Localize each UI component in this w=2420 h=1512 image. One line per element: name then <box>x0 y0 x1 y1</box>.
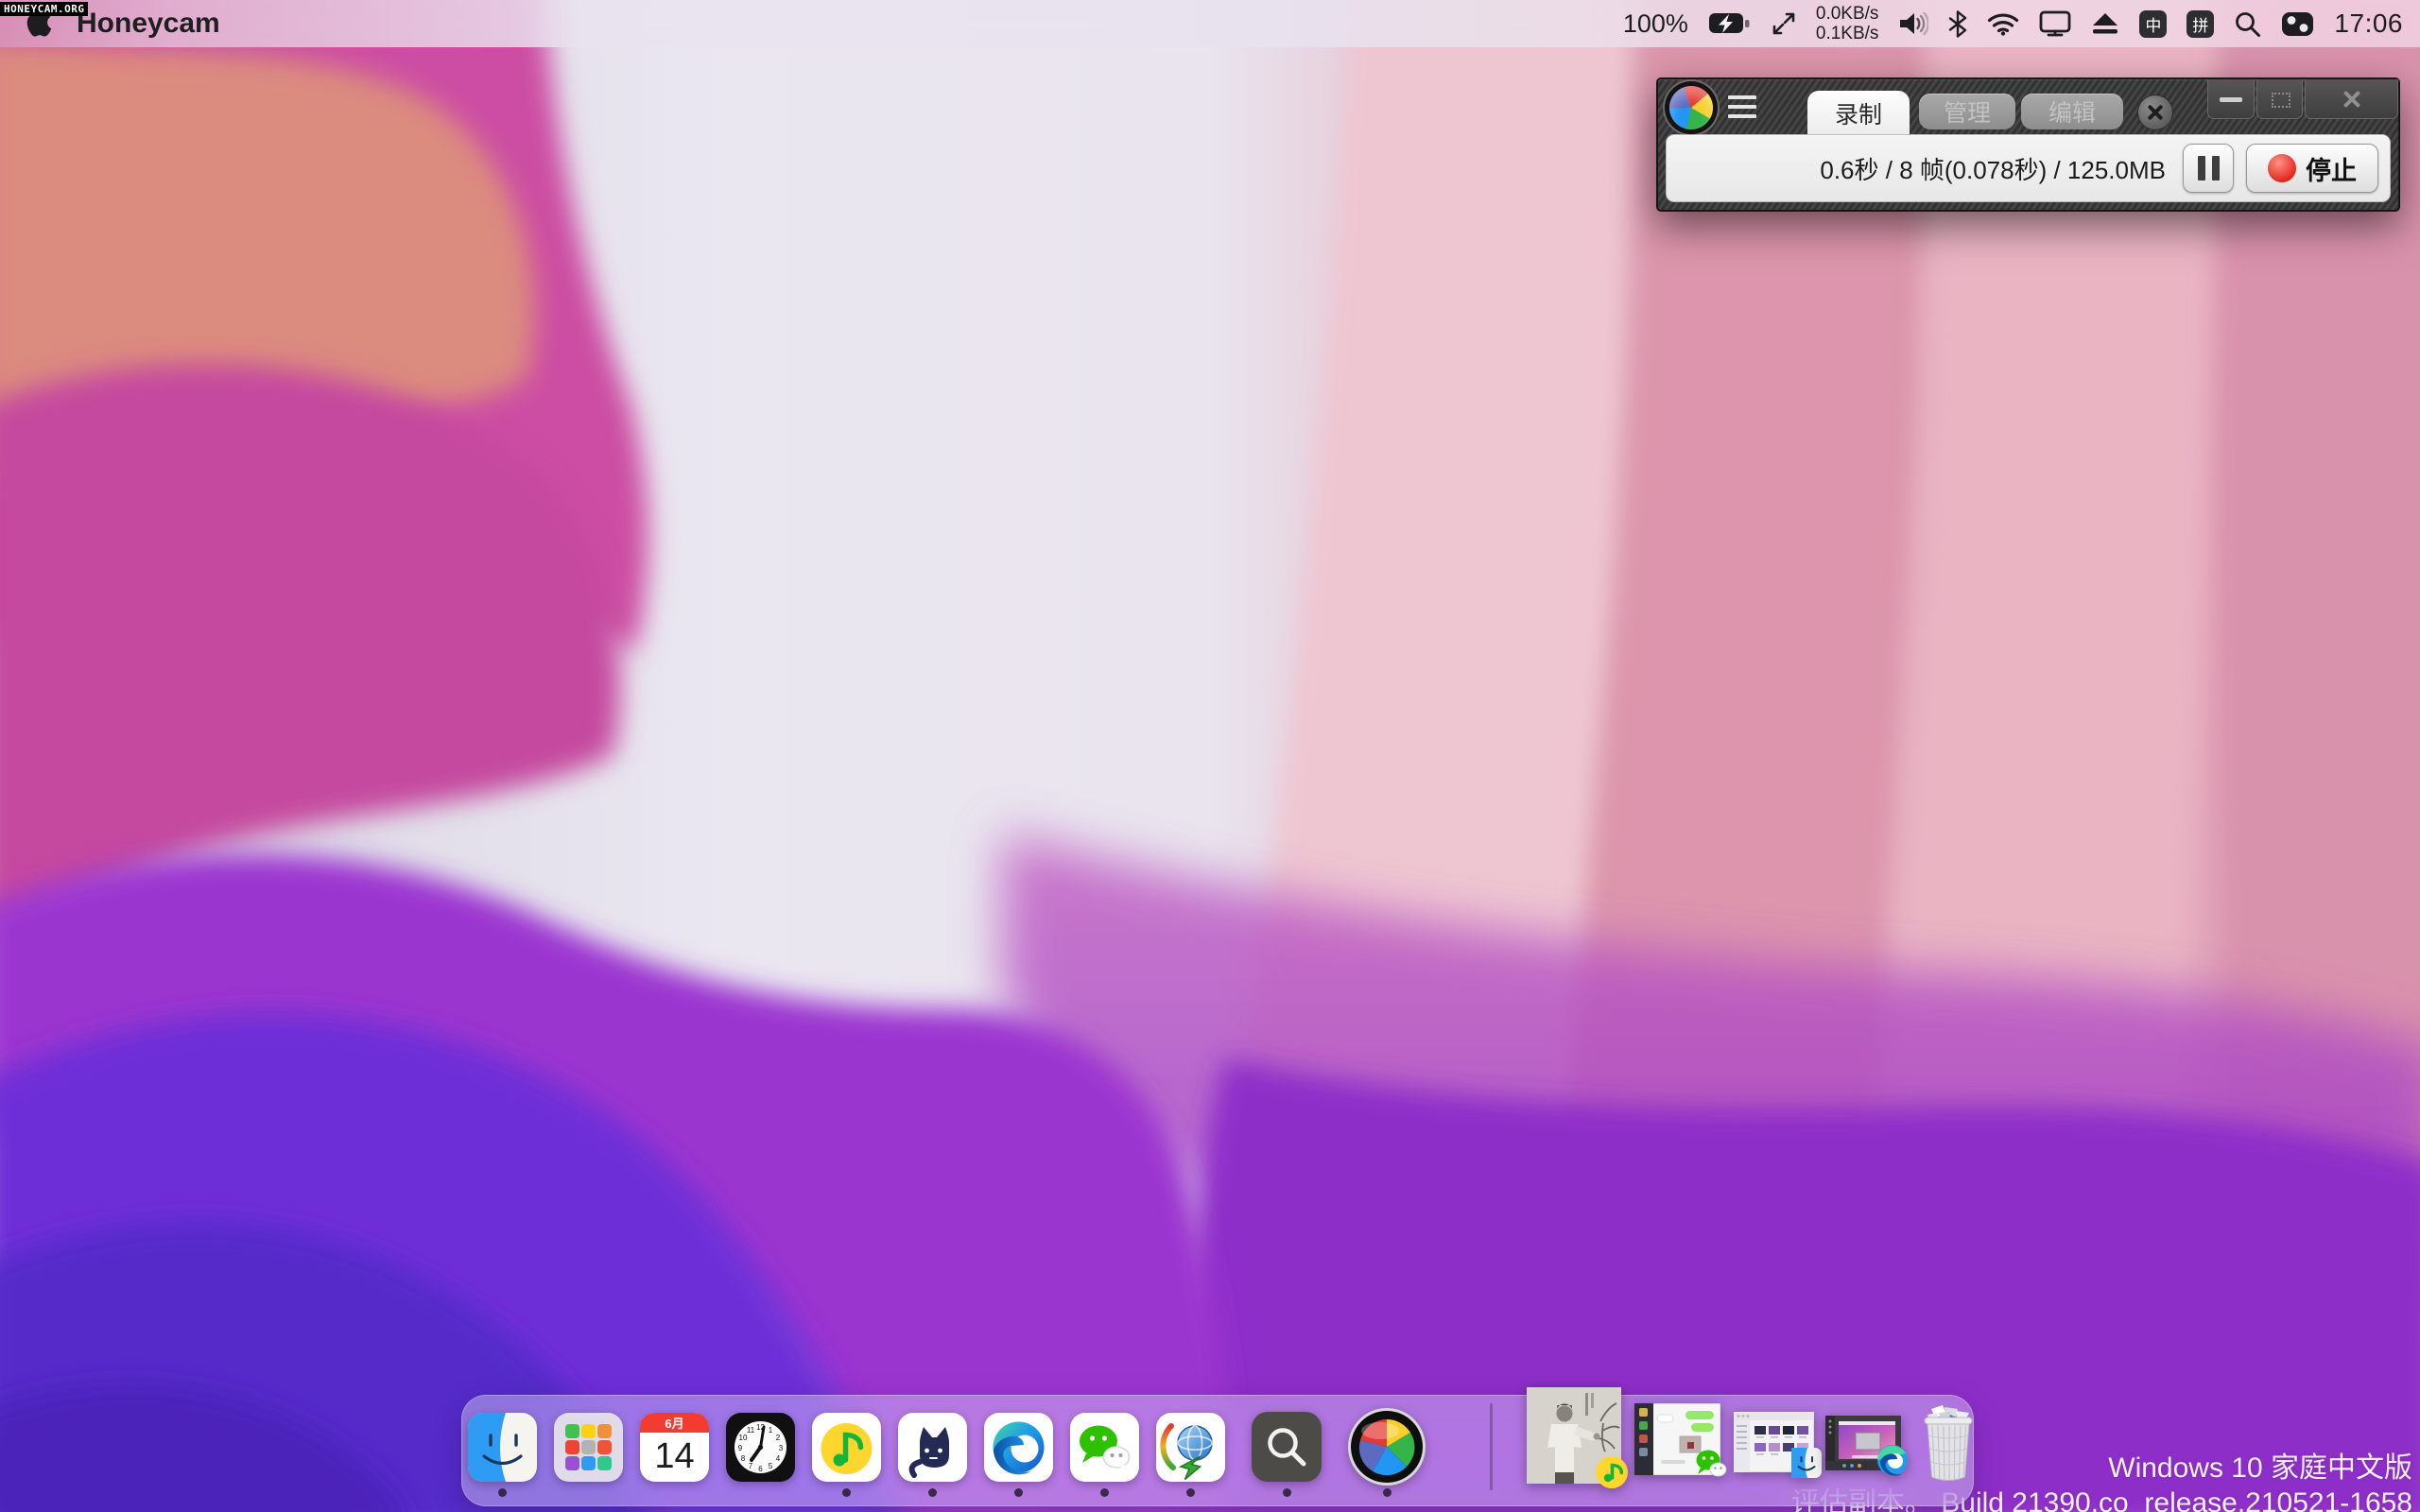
hamburger-menu-icon[interactable] <box>1728 95 1756 118</box>
running-indicator-dot <box>842 1488 851 1497</box>
menu-bar: Honeycam 100% 0.0KB/s 0.1KB/s 中 拼 17:06 <box>0 0 2420 47</box>
battery-charging-icon[interactable] <box>1708 9 1752 38</box>
close-button[interactable] <box>2305 79 2398 119</box>
honeycam-window: 录制 管理 编辑 0.6秒 / 8 帧(0.078秒) / 125.0MB 停止 <box>1656 77 2400 212</box>
svg-text:9: 9 <box>738 1444 743 1452</box>
wechat-badge-icon <box>1694 1447 1728 1486</box>
desktop: Windows 10 家庭中文版 评估副本。 Build 21390.co_re… <box>0 0 2420 1512</box>
finder-badge-icon <box>1791 1447 1822 1483</box>
control-center-icon[interactable] <box>2281 11 2314 37</box>
recorder-status-panel: 0.6秒 / 8 帧(0.078秒) / 125.0MB 停止 <box>1666 134 2391 202</box>
tab-record[interactable]: 录制 <box>1807 91 1910 136</box>
dock-qq-music[interactable] <box>812 1412 881 1482</box>
maximize-button[interactable] <box>2256 79 2303 119</box>
ime-chinese-badge[interactable]: 中 <box>2139 9 2168 38</box>
record-dot-icon <box>2268 154 2296 182</box>
network-speed-readout[interactable]: 0.0KB/s 0.1KB/s <box>1816 4 1879 43</box>
dock-cat-app[interactable] <box>898 1412 967 1482</box>
recording-status-text: 0.6秒 / 8 帧(0.078秒) / 125.0MB <box>1820 155 2166 184</box>
dock-trash-full[interactable] <box>1918 1403 1979 1487</box>
eject-icon[interactable] <box>2091 11 2119 36</box>
pause-button[interactable] <box>2183 144 2234 193</box>
dock-finder[interactable] <box>468 1412 537 1482</box>
dock-search-tool[interactable] <box>1252 1412 1322 1482</box>
dock-microsoft-edge[interactable] <box>984 1412 1053 1482</box>
wifi-icon[interactable] <box>1987 11 2019 36</box>
dock-preview-edge-window[interactable] <box>1825 1415 1908 1476</box>
tab-manage[interactable]: 管理 <box>1919 94 2015 129</box>
close-recording-icon[interactable] <box>2137 94 2173 130</box>
running-indicator-dot <box>1283 1488 1291 1497</box>
bluetooth-icon[interactable] <box>1948 9 1967 38</box>
svg-text:14: 14 <box>654 1436 694 1476</box>
battery-percent: 100% <box>1622 9 1688 38</box>
honeycam-org-watermark: HONEYCAM.ORG <box>0 2 89 16</box>
dock-clock[interactable]: 12 1 2 345 678 9 10 11 <box>726 1412 795 1482</box>
volume-icon[interactable] <box>1898 10 1929 37</box>
running-indicator-dot <box>928 1488 937 1497</box>
svg-text:2: 2 <box>776 1434 781 1442</box>
dock-internet-download-manager[interactable] <box>1156 1412 1225 1482</box>
dock-preview-finder-window[interactable] <box>1733 1411 1822 1478</box>
network-traffic-arrows-icon[interactable] <box>1772 10 1796 37</box>
net-download: 0.1KB/s <box>1815 24 1879 43</box>
display-mirroring-icon[interactable] <box>2039 10 2071 37</box>
running-indicator-dot <box>1100 1488 1109 1497</box>
dock-calendar[interactable]: 6月 14 <box>640 1412 709 1482</box>
dock-honeycam[interactable] <box>1346 1406 1427 1487</box>
svg-text:8: 8 <box>741 1454 746 1463</box>
svg-text:11: 11 <box>747 1426 755 1435</box>
running-indicator-dot <box>1383 1488 1392 1497</box>
stop-button[interactable]: 停止 <box>2246 144 2378 193</box>
svg-text:6: 6 <box>758 1465 763 1473</box>
spotlight-search-icon[interactable] <box>2234 10 2261 38</box>
dock-wechat[interactable] <box>1070 1412 1139 1482</box>
svg-text:1: 1 <box>769 1426 773 1435</box>
minimize-button[interactable] <box>2207 79 2255 119</box>
svg-text:4: 4 <box>776 1454 781 1463</box>
stop-label: 停止 <box>2306 156 2357 185</box>
qq-music-badge-icon <box>1595 1455 1629 1494</box>
svg-text:5: 5 <box>769 1462 773 1470</box>
tab-edit[interactable]: 编辑 <box>2021 94 2123 129</box>
wallpaper-monterey <box>0 0 2420 1512</box>
dock-launchpad[interactable] <box>554 1412 623 1482</box>
net-upload: 0.0KB/s <box>1815 4 1879 24</box>
dock-preview-wechat-window[interactable] <box>1634 1402 1727 1480</box>
running-indicator-dot <box>1014 1488 1023 1497</box>
edge-badge-icon <box>1876 1444 1909 1481</box>
svg-text:7: 7 <box>749 1462 753 1470</box>
active-app-title[interactable]: Honeycam <box>77 8 220 40</box>
honeycam-logo-icon[interactable] <box>1669 86 1713 129</box>
running-indicator-dot <box>1186 1488 1195 1497</box>
svg-text:3: 3 <box>779 1444 784 1452</box>
dock: 6月 14 12 1 2 345 678 9 10 11 <box>461 1386 1974 1506</box>
dock-separator <box>1490 1403 1493 1490</box>
menu-clock[interactable]: 17:06 <box>2334 9 2403 39</box>
svg-text:6月: 6月 <box>665 1417 683 1431</box>
ime-pinyin-badge[interactable]: 拼 <box>2187 9 2215 38</box>
running-indicator-dot <box>498 1488 507 1497</box>
svg-text:10: 10 <box>739 1434 748 1442</box>
dock-preview-qq-music-window[interactable] <box>1527 1386 1628 1488</box>
